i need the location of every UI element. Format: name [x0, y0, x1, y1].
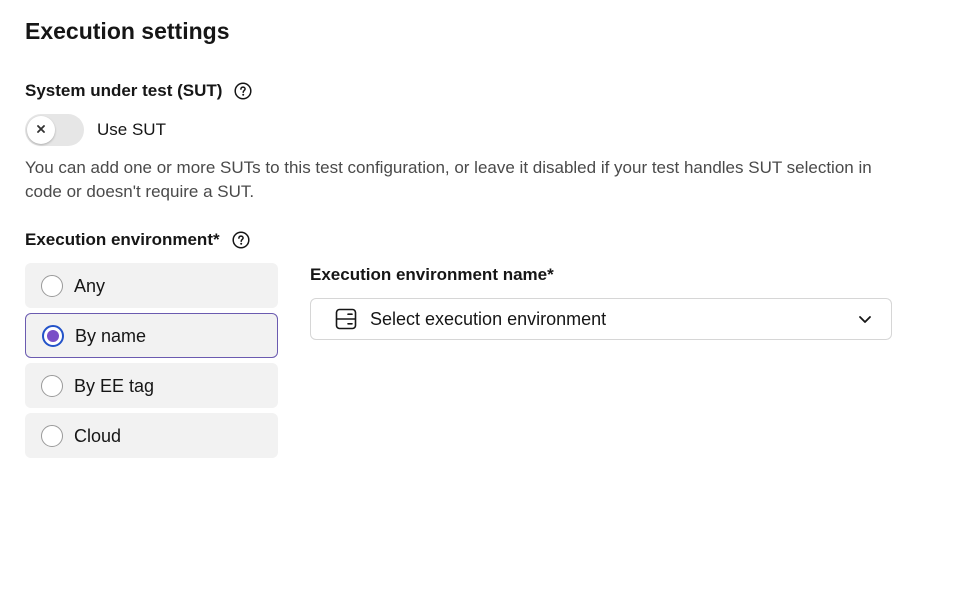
- radio-button[interactable]: [41, 374, 63, 397]
- execution-environment-select[interactable]: Select execution environment: [310, 298, 892, 340]
- radio-button[interactable]: [42, 324, 64, 347]
- toggle-knob: [27, 116, 55, 144]
- close-icon: [36, 121, 46, 139]
- radio-label: Cloud: [74, 425, 122, 446]
- radio-option-any[interactable]: Any: [25, 263, 278, 308]
- help-circle-icon[interactable]: [232, 231, 250, 249]
- select-placeholder: Select execution environment: [370, 309, 607, 329]
- execution-environment-label: Execution environment*: [25, 229, 250, 251]
- radio-option-cloud[interactable]: Cloud: [25, 413, 278, 458]
- radio-label: By EE tag: [74, 375, 155, 396]
- server-icon: [335, 308, 357, 330]
- use-sut-label: Use SUT: [97, 120, 166, 139]
- page-title: Execution settings: [25, 18, 230, 44]
- sut-label-text: System under test (SUT): [25, 81, 223, 100]
- help-circle-icon[interactable]: [234, 82, 252, 100]
- radio-button[interactable]: [41, 274, 63, 297]
- ee-label-text: Execution environment*: [25, 230, 220, 249]
- execution-environment-name-label: Execution environment name*: [310, 265, 554, 284]
- radio-button[interactable]: [41, 424, 63, 447]
- chevron-down-icon: [857, 311, 873, 327]
- radio-label: Any: [74, 275, 106, 296]
- radio-option-by-ee-tag[interactable]: By EE tag: [25, 363, 278, 408]
- use-sut-toggle[interactable]: [25, 114, 84, 146]
- radio-label: By name: [75, 325, 147, 346]
- sut-section-label: System under test (SUT): [25, 80, 252, 102]
- radio-option-by-name[interactable]: By name: [25, 313, 278, 358]
- sut-helper-text: You can add one or more SUTs to this tes…: [25, 158, 872, 201]
